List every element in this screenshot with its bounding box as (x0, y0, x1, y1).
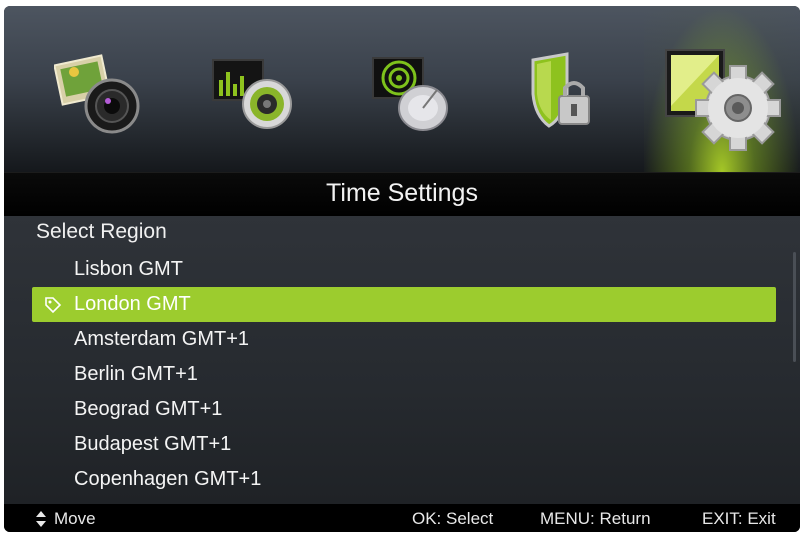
channel-icon (372, 57, 448, 131)
picture-icon (54, 54, 140, 134)
title-bar: Time Settings (4, 172, 800, 217)
tag-icon (45, 297, 62, 314)
tab-sound[interactable] (194, 6, 314, 172)
region-label: Copenhagen GMT+1 (74, 468, 262, 490)
lock-icon (531, 52, 590, 128)
tv-osd-frame: Time Settings Select Region Lisbon GMT L… (4, 6, 800, 532)
setup-gear-icon (665, 49, 781, 151)
move-hint: Move (54, 509, 96, 528)
region-item-copenhagen[interactable]: Copenhagen GMT+1 (32, 462, 776, 497)
tab-channel[interactable] (352, 6, 472, 172)
region-label: Beograd GMT+1 (74, 398, 223, 420)
exit-hint: EXIT: Exit (702, 509, 776, 528)
region-label: London GMT (74, 293, 191, 315)
ok-select-hint: OK: Select (412, 509, 494, 528)
region-item-berlin[interactable]: Berlin GMT+1 (32, 357, 776, 392)
region-panel: Select Region Lisbon GMT London GMT Amst… (4, 216, 800, 504)
region-item-amsterdam[interactable]: Amsterdam GMT+1 (32, 322, 776, 357)
list-scrollbar[interactable] (793, 252, 796, 362)
sound-icon (212, 59, 292, 129)
tab-setup[interactable] (644, 6, 800, 172)
region-item-beograd[interactable]: Beograd GMT+1 (32, 392, 776, 427)
page-title: Time Settings (326, 179, 478, 207)
up-down-arrows-icon (36, 511, 46, 527)
region-label: Budapest GMT+1 (74, 433, 232, 455)
menu-return-hint: MENU: Return (540, 509, 651, 528)
key-hint-bar: Move OK: Select MENU: Return EXIT: Exit (4, 504, 800, 532)
region-item-london[interactable]: London GMT (32, 287, 776, 322)
region-item-lisbon[interactable]: Lisbon GMT (32, 252, 776, 287)
menu-tab-bar (4, 6, 800, 172)
region-list: Lisbon GMT London GMT Amsterdam GMT+1 Be… (32, 252, 776, 497)
tab-picture[interactable] (34, 6, 164, 172)
select-region-label: Select Region (36, 220, 167, 243)
tab-lock[interactable] (504, 6, 624, 172)
region-label: Amsterdam GMT+1 (74, 328, 250, 350)
region-label: Lisbon GMT (74, 258, 183, 280)
region-item-budapest[interactable]: Budapest GMT+1 (32, 427, 776, 462)
region-label: Berlin GMT+1 (74, 363, 198, 385)
